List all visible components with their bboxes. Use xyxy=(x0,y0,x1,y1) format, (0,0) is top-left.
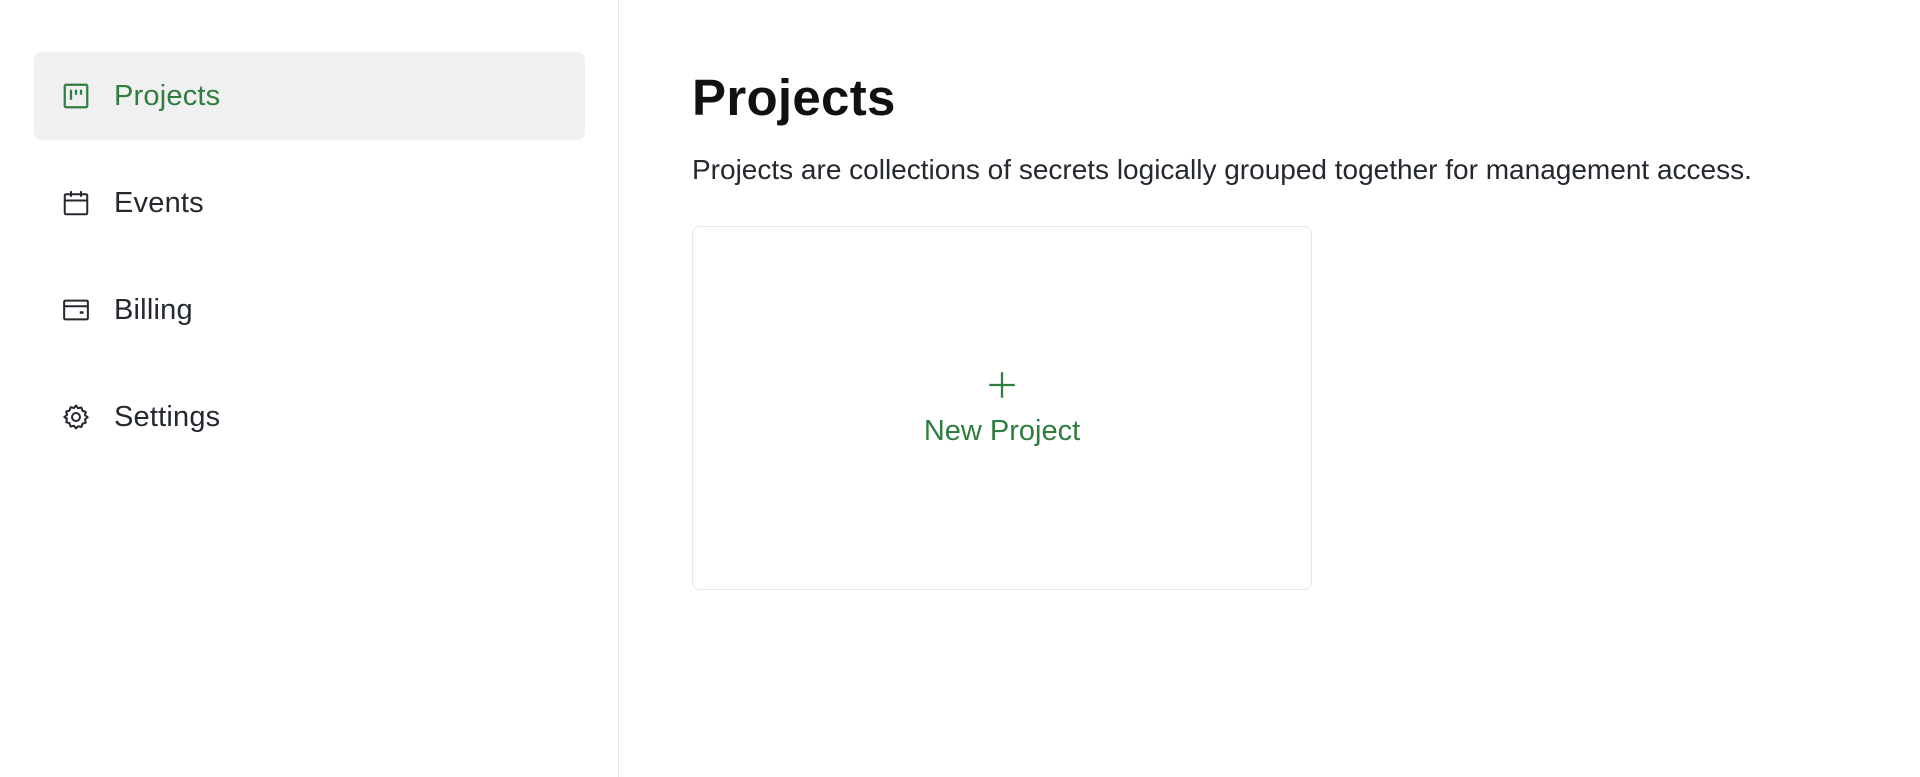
projects-board-icon xyxy=(60,80,92,112)
sidebar-item-label: Projects xyxy=(114,79,221,112)
new-project-button[interactable]: New Project xyxy=(692,226,1312,590)
page-title: Projects xyxy=(692,69,896,126)
plus-icon xyxy=(985,368,1019,415)
sidebar-item-label: Settings xyxy=(114,400,221,433)
sidebar-item-billing[interactable]: Billing xyxy=(34,266,585,354)
new-project-label: New Project xyxy=(923,415,1081,447)
sidebar-item-settings[interactable]: Settings xyxy=(34,373,585,461)
calendar-icon xyxy=(60,187,92,219)
sidebar-item-projects[interactable]: Projects xyxy=(34,52,585,140)
sidebar-item-label: Events xyxy=(114,186,204,219)
page-description: Projects are collections of secrets logi… xyxy=(692,154,1752,185)
sidebar-item-events[interactable]: Events xyxy=(34,159,585,247)
main-content: Projects Projects are collections of sec… xyxy=(692,0,1920,777)
app-window: Projects Events Billing Settings Project… xyxy=(0,0,1920,777)
wallet-icon xyxy=(60,294,92,326)
sidebar: Projects Events Billing Settings xyxy=(0,0,619,777)
gear-icon xyxy=(60,401,92,433)
sidebar-item-label: Billing xyxy=(114,293,193,326)
